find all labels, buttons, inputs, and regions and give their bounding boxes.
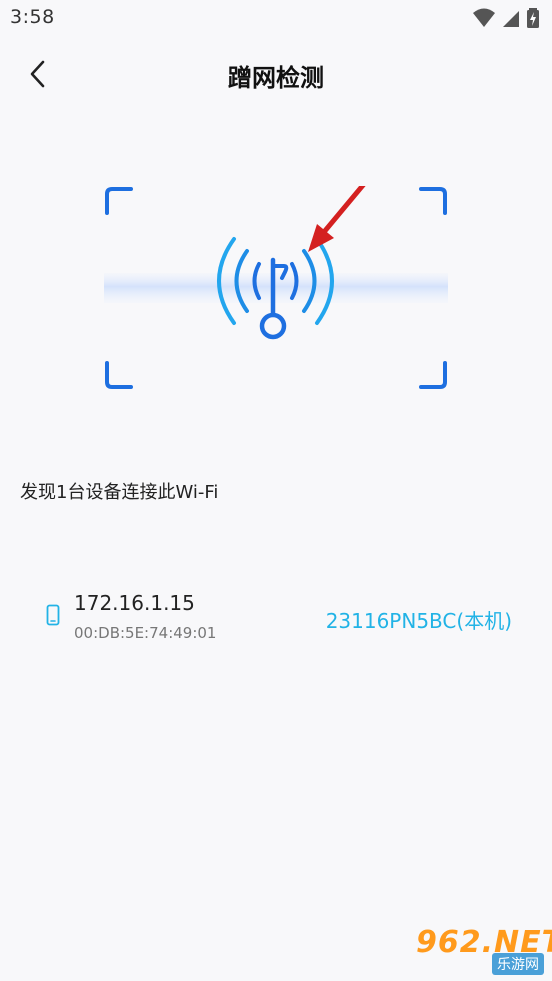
corner-top-right (419, 187, 447, 215)
corner-top-left (105, 187, 133, 215)
annotation-arrow (308, 186, 366, 252)
top-bar: 蹭网检测 (0, 48, 552, 102)
scanner-frame (104, 186, 448, 390)
device-ip: 172.16.1.15 (74, 591, 195, 615)
watermark-logo: 962.NET 乐游网 (410, 925, 552, 975)
device-mac: 00:DB:5E:74:49:01 (74, 624, 217, 642)
corner-bottom-left (105, 361, 133, 389)
scanner-graphic (104, 186, 448, 389)
status-bar: 3:58 (0, 0, 552, 38)
phone-icon (46, 604, 60, 626)
device-list-item[interactable]: 172.16.1.15 00:DB:5E:74:49:01 23116PN5BC… (44, 588, 524, 650)
battery-charging-icon (527, 8, 539, 28)
page-title: 蹭网检测 (228, 64, 324, 92)
scan-band (104, 273, 448, 303)
status-time: 3:58 (10, 6, 55, 28)
device-name: 23116PN5BC(本机) (325, 609, 512, 633)
wifi-icon (472, 8, 495, 27)
status-icons (472, 7, 540, 29)
corner-bottom-right (419, 361, 447, 389)
cell-signal-icon (502, 11, 519, 27)
watermark-sub: 乐游网 (492, 953, 544, 975)
found-devices-summary: 发现1台设备连接此Wi-Fi (20, 482, 219, 503)
